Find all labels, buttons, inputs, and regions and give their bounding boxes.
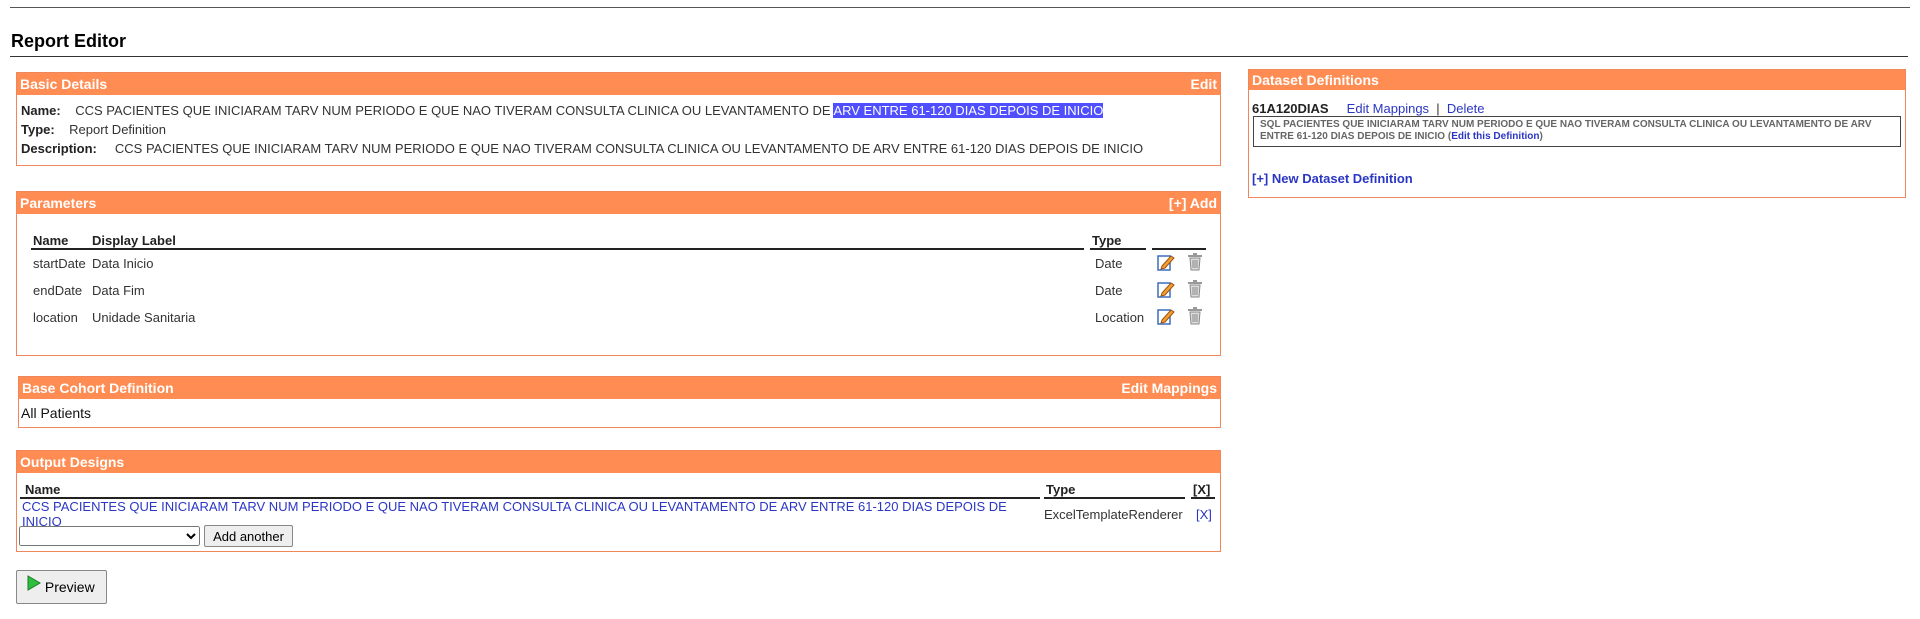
- type-row: Type: Report Definition: [21, 122, 166, 137]
- add-another-button[interactable]: Add another: [204, 525, 293, 547]
- param-type: Date: [1095, 283, 1123, 298]
- param-type: Location: [1095, 310, 1145, 325]
- col-output-name: Name: [20, 481, 1042, 499]
- description-value: CCS PACIENTES QUE INICIARAM TARV NUM PER…: [114, 141, 1144, 156]
- col-type: Type: [1084, 232, 1149, 250]
- basic-details-title: Basic Details: [20, 76, 108, 92]
- play-icon: [27, 574, 41, 594]
- name-label: Name:: [21, 103, 61, 118]
- sql-definition-box: SQL PACIENTES QUE INICIARAM TARV NUM PER…: [1253, 116, 1901, 147]
- edit-icon[interactable]: [1157, 307, 1175, 328]
- dataset-definitions-panel: Dataset Definitions 61A120DIAS Edit Mapp…: [1248, 69, 1906, 198]
- add-parameter-link[interactable]: [+] Add: [1169, 192, 1217, 214]
- description-row: Description: CCS PACIENTES QUE INICIARAM…: [21, 141, 1143, 156]
- param-label: Data Fim: [92, 283, 145, 298]
- col-output-remove: [X]: [1185, 481, 1215, 499]
- param-name: location: [33, 310, 78, 325]
- param-actions: [1149, 249, 1206, 277]
- sql-definition-text: SQL PACIENTES QUE INICIARAM TARV NUM PER…: [1260, 119, 1872, 142]
- param-actions: [1149, 277, 1206, 304]
- param-label: Unidade Sanitaria: [92, 310, 196, 325]
- table-row: endDate Data Fim Date: [31, 277, 1206, 304]
- basic-details-header: Basic Details Edit: [17, 73, 1220, 95]
- dataset-row: 61A120DIAS Edit Mappings | Delete: [1252, 101, 1485, 116]
- output-designs-header: Output Designs: [17, 451, 1220, 473]
- param-label: Data Inicio: [92, 256, 154, 271]
- param-name: startDate: [33, 256, 86, 271]
- col-output-type: Type: [1040, 481, 1188, 499]
- dataset-name: 61A120DIAS: [1252, 101, 1329, 116]
- param-actions: [1149, 304, 1206, 331]
- col-name: Name: [31, 232, 90, 250]
- table-row: location Unidade Sanitaria Location: [31, 304, 1206, 331]
- title-divider: [10, 56, 1908, 57]
- new-dataset-definition-link[interactable]: [+] New Dataset Definition: [1252, 171, 1413, 186]
- parameters-panel: Parameters [+] Add Name Display Label Ty…: [16, 191, 1221, 356]
- name-value-selected: ARV ENTRE 61-120 DIAS DEPOIS DE INICIO: [833, 103, 1104, 118]
- parameters-header: Parameters [+] Add: [17, 192, 1220, 214]
- basic-details-panel: Basic Details Edit Name: CCS PACIENTES Q…: [16, 72, 1221, 166]
- dataset-definitions-header: Dataset Definitions: [1249, 70, 1905, 90]
- base-cohort-panel: Base Cohort Definition Edit Mappings All…: [18, 376, 1221, 428]
- output-header-row: Name Type [X]: [20, 481, 1215, 499]
- output-design-link[interactable]: CCS PACIENTES QUE INICIARAM TARV NUM PER…: [22, 499, 1007, 529]
- output-designs-table: Name Type [X] CCS PACIENTES QUE INICIARA…: [20, 481, 1215, 529]
- page-title: Report Editor: [11, 31, 126, 51]
- separator: |: [1436, 101, 1440, 116]
- output-designs-title: Output Designs: [20, 454, 125, 470]
- top-divider: [10, 7, 1910, 8]
- cohort-value: All Patients: [21, 405, 92, 421]
- type-label: Type:: [21, 122, 55, 137]
- col-actions: [1146, 232, 1206, 250]
- preview-button[interactable]: Preview: [16, 570, 107, 604]
- dataset-edit-mappings-link[interactable]: Edit Mappings: [1347, 101, 1429, 116]
- edit-icon[interactable]: [1157, 280, 1175, 301]
- name-row: Name: CCS PACIENTES QUE INICIARAM TARV N…: [21, 103, 1104, 118]
- new-dataset-row: [+] New Dataset Definition: [1252, 171, 1413, 186]
- base-cohort-header: Base Cohort Definition Edit Mappings: [19, 377, 1220, 399]
- edit-cohort-mappings-link[interactable]: Edit Mappings: [1121, 377, 1217, 399]
- base-cohort-title: Base Cohort Definition: [22, 380, 174, 396]
- edit-basic-details-link[interactable]: Edit: [1191, 73, 1217, 95]
- parameters-title: Parameters: [20, 195, 97, 211]
- trash-icon[interactable]: [1187, 307, 1203, 328]
- parameters-header-row: Name Display Label Type: [31, 232, 1206, 250]
- edit-icon[interactable]: [1157, 253, 1175, 274]
- dataset-definitions-title: Dataset Definitions: [1252, 72, 1379, 88]
- preview-label: Preview: [44, 579, 95, 595]
- description-label: Description:: [21, 141, 97, 156]
- trash-icon[interactable]: [1187, 280, 1203, 301]
- dataset-delete-link[interactable]: Delete: [1447, 101, 1485, 116]
- table-row: startDate Data Inicio Date: [31, 249, 1206, 277]
- param-type: Date: [1095, 256, 1123, 271]
- table-row: CCS PACIENTES QUE INICIARAM TARV NUM PER…: [20, 498, 1215, 529]
- remove-output-link[interactable]: [X]: [1196, 507, 1212, 522]
- trash-icon[interactable]: [1187, 253, 1203, 274]
- edit-definition-link[interactable]: Edit this Definition: [1451, 131, 1539, 142]
- param-name: endDate: [33, 283, 83, 298]
- parameters-table: Name Display Label Type startDate Data I…: [31, 232, 1206, 331]
- name-value: CCS PACIENTES QUE INICIARAM TARV NUM PER…: [75, 103, 834, 118]
- output-type-select[interactable]: [19, 526, 200, 546]
- output-designs-panel: Output Designs Name Type [X] CCS PACIENT…: [16, 450, 1221, 552]
- type-value: Report Definition: [69, 122, 166, 137]
- output-design-type: ExcelTemplateRenderer: [1044, 506, 1183, 522]
- col-display-label: Display Label: [90, 232, 1087, 250]
